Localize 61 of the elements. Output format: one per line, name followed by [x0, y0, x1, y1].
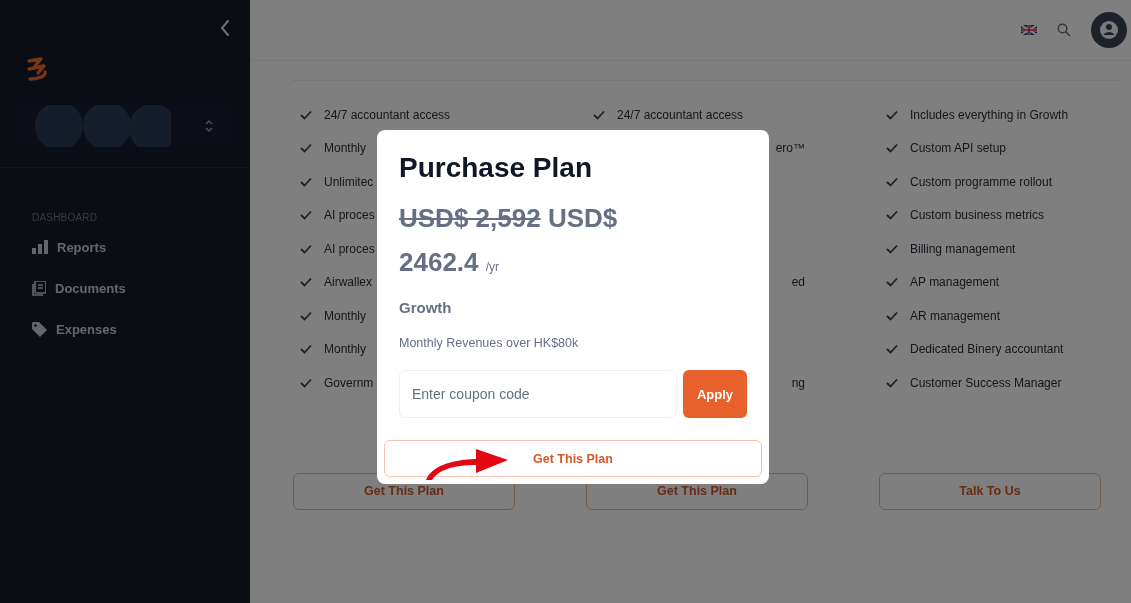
updown-icon	[205, 120, 213, 132]
feature-text: Dedicated Binery accountant	[910, 342, 1064, 357]
logo-icon	[26, 57, 48, 81]
feature-text: Custom programme rollout	[910, 174, 1053, 189]
feature-text: AI proces	[324, 208, 375, 223]
feature-text: Custom business metrics	[910, 208, 1045, 223]
plan-description: Monthly Revenues over HK$80k	[399, 335, 580, 352]
plan-button[interactable]: Talk To Us	[879, 472, 1101, 510]
uk-flag-icon[interactable]	[1021, 25, 1037, 35]
feature-text: Airwallex	[324, 275, 372, 290]
search-icon[interactable]	[1057, 23, 1071, 37]
check-icon	[300, 109, 312, 120]
price-text: USD$ 2,592 USD$ 2462.4 /yr	[399, 202, 619, 279]
feature-text: AR management	[910, 308, 1001, 323]
check-icon	[886, 176, 898, 187]
get-plan-button[interactable]: Get This Plan	[384, 440, 762, 477]
feature-text: Billing management	[910, 241, 1016, 256]
feature-text: Governm	[324, 375, 374, 390]
sidebar-item[interactable]: Documents	[32, 278, 126, 298]
check-icon	[886, 143, 898, 154]
check-icon	[886, 377, 898, 388]
feature-text: Monthly	[324, 141, 367, 156]
feature-text: Custom API setup	[910, 141, 1007, 156]
documents-icon	[32, 280, 46, 296]
check-icon	[593, 109, 605, 120]
sidebar-item[interactable]: Reports	[32, 237, 107, 257]
sidebar-item[interactable]: Expenses	[32, 319, 117, 339]
coupon-field[interactable]: Enter coupon code	[399, 370, 677, 418]
feature-text: ed	[791, 275, 805, 290]
feature-text: Includes everything in Growth	[910, 107, 1069, 122]
check-icon	[300, 243, 312, 254]
check-icon	[886, 344, 898, 355]
check-icon	[300, 143, 312, 154]
check-icon	[300, 176, 312, 187]
feature-text: ng	[791, 375, 805, 390]
collapse-icon[interactable]	[220, 19, 230, 37]
avatar-icon[interactable]	[1091, 12, 1127, 48]
feature-text: ero™	[775, 141, 805, 156]
check-icon	[300, 277, 312, 288]
check-icon	[886, 210, 898, 221]
check-icon	[300, 210, 312, 221]
feature-text: 24/7 accountant access	[324, 107, 451, 122]
check-icon	[886, 243, 898, 254]
check-icon	[300, 344, 312, 355]
plan-name: Growth	[399, 298, 453, 318]
feature-text: Monthly	[324, 308, 367, 323]
check-icon	[886, 109, 898, 120]
feature-text: AI proces	[324, 241, 375, 256]
feature-text: Unlimitec	[324, 174, 374, 189]
feature-text: Monthly	[324, 342, 367, 357]
check-icon	[886, 277, 898, 288]
check-icon	[886, 310, 898, 321]
feature-text: Customer Success Manager	[910, 375, 1062, 390]
tag-icon	[32, 321, 47, 337]
feature-text: AP management	[910, 275, 1000, 290]
bar-chart-icon	[32, 240, 48, 254]
check-icon	[300, 377, 312, 388]
dialog-title: Purchase Plan	[399, 151, 593, 185]
feature-text: 24/7 accountant access	[617, 107, 744, 122]
apply-button[interactable]: Apply	[683, 370, 747, 418]
check-icon	[300, 310, 312, 321]
